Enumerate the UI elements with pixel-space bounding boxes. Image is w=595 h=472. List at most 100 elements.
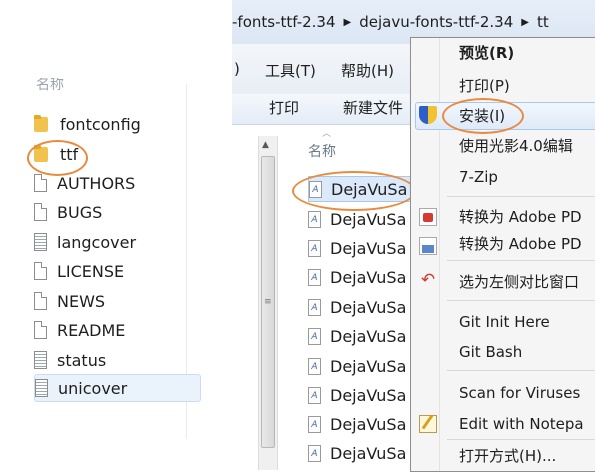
- list-item-authors[interactable]: AUTHORS: [34, 170, 184, 196]
- context-menu: 预览(R) 打印(P) 安装(I) 使用光影4.0编辑 7-Zip 转换为 Ad…: [410, 37, 595, 472]
- list-item-ttf[interactable]: ttf: [34, 141, 184, 167]
- menu-item-git-bash[interactable]: Git Bash: [459, 340, 522, 364]
- breadcrumb-segment[interactable]: dejavu-fonts-ttf-2.34: [359, 13, 513, 31]
- left-explorer-panel: 名称 fontconfig ttf AUTHORS BUGS langcover…: [16, 78, 201, 439]
- file-row[interactable]: A DejaVuSa: [308, 235, 418, 261]
- file-row[interactable]: A DejaVuSa: [308, 323, 418, 349]
- menu-item-install[interactable]: 安装(I): [459, 104, 505, 128]
- list-item-license[interactable]: LICENSE: [34, 258, 184, 284]
- file-row-label: DejaVuSa: [330, 297, 407, 317]
- list-item-label: fontconfig: [60, 114, 141, 134]
- file-row[interactable]: A DejaVuSa: [308, 264, 418, 290]
- font-file-icon: A: [308, 444, 321, 462]
- menu-separator: [447, 260, 595, 261]
- file-row-label: DejaVuSa: [330, 267, 407, 287]
- file-row[interactable]: A DejaVuSa: [308, 176, 418, 202]
- text-file-icon: [35, 379, 48, 397]
- file-row-label: DejaVuSa: [331, 179, 408, 199]
- menu-separator: [447, 300, 595, 301]
- file-row-label: DejaVuSa: [330, 326, 407, 346]
- menu-item-edit-with-lightshadow[interactable]: 使用光影4.0编辑: [459, 134, 573, 158]
- file-row-label: DejaVuSa: [330, 209, 407, 229]
- file-row[interactable]: A DejaVuSa: [308, 294, 418, 320]
- chevron-right-icon[interactable]: ▶: [344, 17, 352, 28]
- file-row-label: DejaVuSa: [330, 414, 407, 434]
- grip-icon: ≡: [264, 297, 272, 307]
- breadcrumb-segment[interactable]: tt: [537, 13, 549, 31]
- column-header-name[interactable]: 名称: [308, 141, 336, 161]
- file-icon: [34, 262, 47, 280]
- pdf-icon: [419, 208, 437, 226]
- list-item-langcover[interactable]: langcover: [34, 229, 184, 255]
- menu-separator: [447, 370, 595, 371]
- breadcrumb-segment[interactable]: -fonts-ttf-2.34: [232, 13, 336, 31]
- menu-item-convert-pdf-mail[interactable]: 转换为 Adobe PD: [459, 232, 582, 256]
- text-file-icon: [34, 351, 47, 369]
- scroll-up-arrow-icon[interactable]: ▲: [262, 140, 269, 150]
- list-item-readme[interactable]: README: [34, 317, 184, 343]
- file-row[interactable]: A DejaVuSa: [308, 382, 418, 408]
- menu-item-preview[interactable]: 预览(R): [459, 41, 514, 65]
- list-item-label: unicover: [58, 378, 128, 398]
- menu-item-scan-viruses[interactable]: Scan for Viruses: [459, 381, 580, 405]
- menu-item-git-init[interactable]: Git Init Here: [459, 310, 550, 334]
- menu-item-convert-pdf[interactable]: 转换为 Adobe PD: [459, 205, 582, 229]
- font-file-icon: A: [308, 386, 321, 404]
- column-header-name[interactable]: 名称: [36, 78, 64, 92]
- file-row[interactable]: A DejaVuSa: [308, 206, 418, 232]
- text-file-icon: [34, 233, 47, 251]
- font-file-icon: A: [308, 327, 321, 345]
- menu-item-print[interactable]: 打印(P): [459, 74, 510, 98]
- file-row[interactable]: A DejaVuSa: [308, 411, 418, 437]
- list-item-label: AUTHORS: [57, 173, 136, 193]
- menu-item-help[interactable]: 帮助(H): [341, 60, 394, 81]
- list-item-label: NEWS: [57, 291, 106, 311]
- file-row[interactable]: A DejaVuSa: [308, 440, 418, 466]
- list-item-bugs[interactable]: BUGS: [34, 199, 184, 225]
- undo-icon: ↶: [420, 270, 436, 290]
- file-row-label: DejaVuSa: [330, 356, 407, 376]
- list-item-label: LICENSE: [57, 261, 125, 281]
- menu-separator: [447, 196, 595, 197]
- list-item-label: langcover: [57, 232, 137, 252]
- new-folder-button[interactable]: 新建文件: [343, 97, 403, 118]
- font-file-icon: A: [308, 357, 321, 375]
- font-file-icon: A: [308, 210, 321, 228]
- scrollbar-thumb[interactable]: ≡: [261, 156, 275, 448]
- list-item-label: README: [57, 320, 126, 340]
- file-row-label: DejaVuSa: [330, 238, 407, 258]
- menu-separator: [447, 439, 595, 440]
- menu-item-tools[interactable]: 工具(T): [265, 60, 316, 81]
- menu-item-edit-notepad[interactable]: Edit with Notepa: [459, 412, 584, 436]
- font-file-icon: A: [308, 239, 321, 257]
- font-file-icon: A: [308, 415, 321, 433]
- menu-item-7zip[interactable]: 7-Zip: [459, 165, 498, 189]
- pdf-mail-icon: [419, 237, 437, 255]
- notepad-icon: [419, 415, 437, 433]
- list-item-fontconfig[interactable]: fontconfig: [34, 111, 184, 137]
- menu-item-open-with[interactable]: 打开方式(H)...: [459, 444, 556, 468]
- font-file-icon: A: [309, 180, 322, 198]
- list-item-label: ttf: [60, 144, 79, 164]
- shield-icon: [419, 106, 437, 124]
- file-row-label: DejaVuSa: [330, 443, 407, 463]
- vertical-scrollbar[interactable]: ▲ ≡: [258, 136, 278, 470]
- menu-item-partial[interactable]: ): [234, 60, 240, 78]
- sort-arrow-icon: ︿: [322, 129, 332, 139]
- folder-icon: [34, 114, 50, 134]
- list-item-unicover[interactable]: unicover: [34, 374, 201, 402]
- menu-item-select-left-compare[interactable]: 选为左侧对比窗口: [459, 270, 579, 294]
- font-file-icon: A: [308, 268, 321, 286]
- file-icon: [34, 174, 47, 192]
- chevron-right-icon[interactable]: ▶: [521, 17, 529, 28]
- list-item-news[interactable]: NEWS: [34, 288, 184, 314]
- file-icon: [34, 321, 47, 339]
- print-button[interactable]: 打印: [269, 97, 299, 118]
- folder-icon: [34, 144, 50, 164]
- file-row[interactable]: A DejaVuSa: [308, 353, 418, 379]
- list-item-label: status: [57, 350, 107, 370]
- file-row-label: DejaVuSa: [330, 385, 407, 405]
- file-icon: [34, 203, 47, 221]
- list-item-label: BUGS: [57, 202, 103, 222]
- list-item-status[interactable]: status: [34, 347, 184, 373]
